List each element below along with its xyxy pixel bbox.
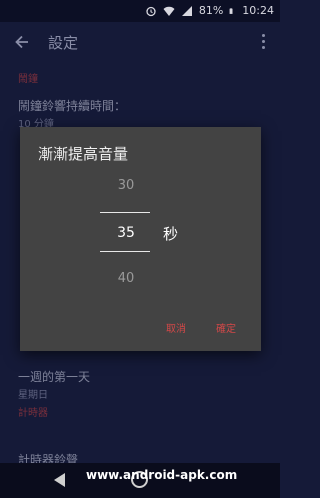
picker-selected-value[interactable]: 35 (108, 225, 144, 241)
gradual-volume-dialog: 漸漸提高音量 30 35 40 秒 取消 確定 (20, 127, 261, 351)
clock: 10:24 (242, 4, 274, 17)
section-header-alarm: 鬧鐘 (18, 74, 38, 85)
battery-icon (229, 7, 233, 14)
picker-divider-bottom (100, 251, 150, 252)
battery-percent: 81% (198, 4, 224, 17)
cancel-button[interactable]: 取消 (166, 320, 186, 335)
wifi-icon (163, 6, 175, 16)
first-day-value: 星期日 (18, 390, 48, 401)
status-bar: 81% 10:24 (0, 0, 280, 22)
nav-back-icon[interactable] (54, 473, 65, 487)
picker-unit: 秒 (163, 225, 179, 243)
watermark: www.android-apk.com (86, 468, 238, 482)
dialog-title: 漸漸提高音量 (38, 145, 129, 163)
ok-button[interactable]: 確定 (216, 320, 236, 335)
alarm-duration-title[interactable]: 鬧鐘鈴響持續時間： (18, 97, 126, 114)
back-arrow-icon[interactable] (12, 32, 32, 52)
picker-next-value[interactable]: 40 (108, 271, 144, 286)
picker-divider-top (100, 212, 150, 213)
page-title: 設定 (48, 34, 79, 52)
status-icons: 81% 10:24 (145, 4, 274, 17)
first-day-title[interactable]: 一週的第一天 (18, 368, 90, 385)
alarm-clock-icon (146, 6, 156, 16)
signal-icon (181, 5, 192, 16)
picker-prev-value[interactable]: 30 (108, 178, 144, 193)
section-header-timer: 計時器 (18, 408, 48, 419)
overflow-menu-icon[interactable] (262, 34, 266, 50)
app-bar: 設定 (0, 22, 280, 62)
